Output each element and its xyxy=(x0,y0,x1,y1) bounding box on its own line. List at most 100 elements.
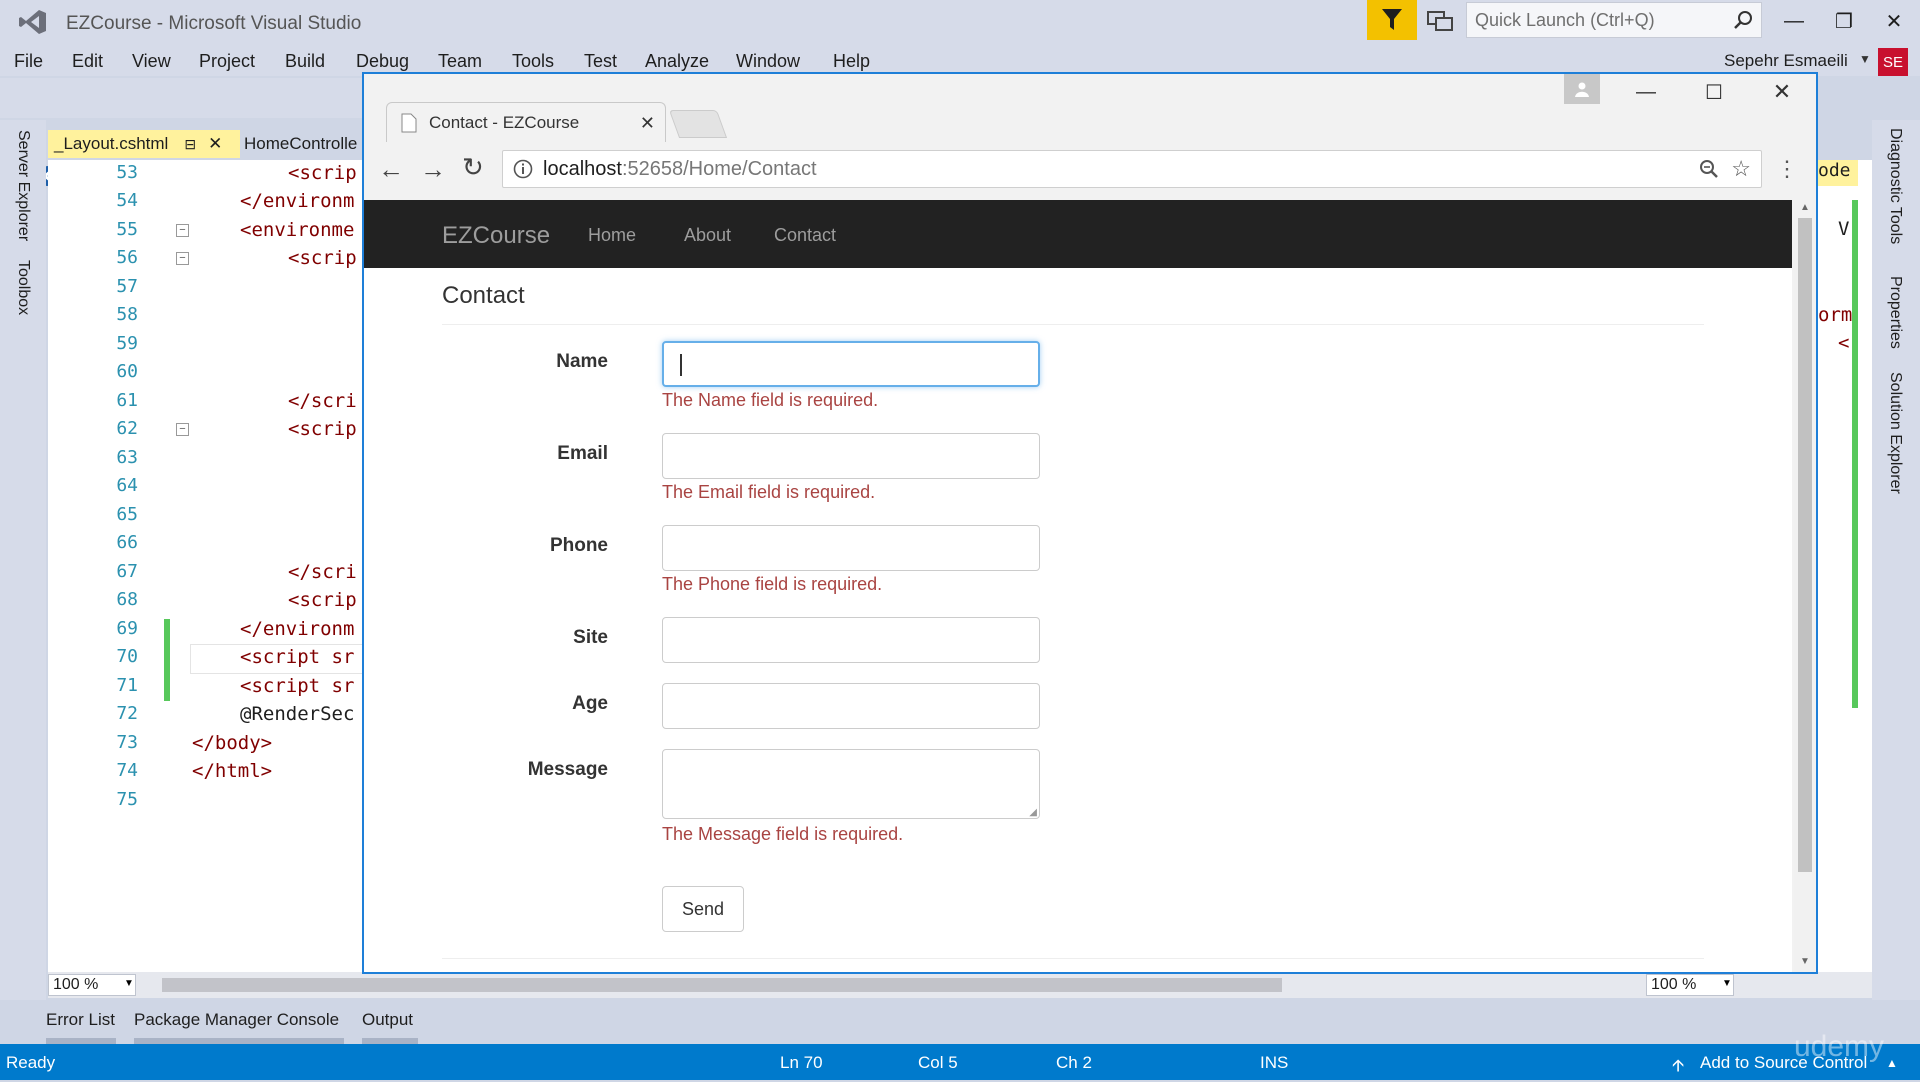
send-button[interactable]: Send xyxy=(662,886,744,932)
menu-file[interactable]: File xyxy=(14,51,43,72)
tab-homecontroller[interactable]: HomeControlle xyxy=(240,130,365,158)
menu-edit[interactable]: Edit xyxy=(72,51,103,72)
tab-layout-cshtml[interactable]: _Layout.cshtml ⊟ ✕ xyxy=(48,130,240,158)
line-number: 75 xyxy=(116,789,138,810)
reload-icon[interactable]: ↻ xyxy=(462,152,484,183)
chrome-browser-window: — ☐ ✕ Contact - EZCourse ✕ ← → ↻ localho… xyxy=(362,72,1818,974)
menu-project[interactable]: Project xyxy=(199,51,255,72)
code-line-72: @RenderSec xyxy=(240,703,355,725)
feedback-icon[interactable] xyxy=(1426,8,1454,34)
resize-grip-icon[interactable]: ◢ xyxy=(1029,807,1037,818)
editor-horizontal-bar: 100 % ▼ 100 % ▼ xyxy=(48,972,1872,998)
menu-analyze[interactable]: Analyze xyxy=(645,51,709,72)
menu-team[interactable]: Team xyxy=(438,51,482,72)
output-tab[interactable]: Output xyxy=(362,1010,413,1030)
site-label: Site xyxy=(573,627,608,648)
line-number: 73 xyxy=(116,732,138,753)
notifications-filter-icon[interactable] xyxy=(1367,0,1417,40)
page-vertical-scrollbar[interactable]: ▲ ▼ xyxy=(1794,200,1816,972)
line-number: 53 xyxy=(116,162,138,183)
zoom-icon[interactable] xyxy=(1699,159,1719,179)
url-host: localhost xyxy=(543,157,622,180)
message-textarea[interactable]: ◢ xyxy=(662,749,1040,819)
code-line-69: </environm xyxy=(240,618,355,640)
collapse-toggle-icon[interactable]: − xyxy=(176,224,189,237)
upload-arrow-icon[interactable]: 🡩 xyxy=(1672,1053,1684,1082)
account-name[interactable]: Sepehr Esmaeili xyxy=(1724,51,1848,71)
forward-arrow-icon[interactable]: → xyxy=(420,154,446,185)
close-tab-icon[interactable]: ✕ xyxy=(640,113,655,134)
site-input[interactable] xyxy=(662,617,1040,663)
menu-view[interactable]: View xyxy=(132,51,171,72)
quick-launch-input[interactable]: Quick Launch (Ctrl+Q) xyxy=(1466,2,1762,38)
collapse-toggle-icon[interactable]: − xyxy=(176,252,189,265)
pin-icon[interactable]: ⊟ xyxy=(184,136,196,153)
diagnostic-tools-tab[interactable]: Diagnostic Tools xyxy=(1886,128,1904,244)
dropdown-arrow-icon[interactable]: ▼ xyxy=(124,978,134,989)
menu-debug[interactable]: Debug xyxy=(356,51,409,72)
menu-build[interactable]: Build xyxy=(285,51,325,72)
collapse-toggle-icon[interactable]: − xyxy=(176,423,189,436)
account-avatar[interactable]: SE xyxy=(1878,48,1908,76)
browser-tab[interactable]: Contact - EZCourse ✕ xyxy=(386,102,666,143)
menu-window[interactable]: Window xyxy=(736,51,800,72)
chrome-menu-icon[interactable]: ⋮ xyxy=(1776,156,1798,182)
menu-tools[interactable]: Tools xyxy=(512,51,554,72)
browser-minimize-button[interactable]: — xyxy=(1626,76,1666,108)
url-path: :52658/Home/Contact xyxy=(621,157,817,180)
quick-launch-placeholder: Quick Launch (Ctrl+Q) xyxy=(1475,9,1655,30)
info-icon[interactable] xyxy=(513,159,533,179)
visual-studio-logo-icon xyxy=(19,10,46,34)
server-explorer-tab[interactable]: Server Explorer xyxy=(14,130,32,241)
partial-tab: ode xyxy=(1818,160,1858,186)
scroll-down-icon[interactable]: ▼ xyxy=(1800,956,1810,967)
close-icon[interactable]: ✕ xyxy=(208,134,222,154)
menu-help[interactable]: Help xyxy=(833,51,870,72)
vs-restore-button[interactable]: ❐ xyxy=(1824,5,1864,37)
code-line-53: <scrip xyxy=(288,162,357,184)
address-bar[interactable]: localhost:52658/Home/Contact ☆ xyxy=(502,150,1762,188)
status-column: Col 5 xyxy=(918,1053,958,1072)
age-input[interactable] xyxy=(662,683,1040,729)
zoom-level-select-right[interactable]: 100 % xyxy=(1646,974,1734,996)
nav-contact[interactable]: Contact xyxy=(774,225,836,246)
browser-close-button[interactable]: ✕ xyxy=(1762,76,1802,108)
code-line-56: <scrip xyxy=(288,247,357,269)
package-manager-console-tab[interactable]: Package Manager Console xyxy=(134,1010,339,1030)
search-icon xyxy=(1734,11,1752,29)
properties-tab[interactable]: Properties xyxy=(1886,276,1904,349)
dropdown-arrow-icon[interactable]: ▼ xyxy=(1722,978,1732,989)
divider xyxy=(442,324,1704,325)
browser-maximize-button[interactable]: ☐ xyxy=(1694,76,1734,108)
account-dropdown-icon[interactable]: ▼ xyxy=(1859,52,1871,66)
nav-home[interactable]: Home xyxy=(588,225,636,246)
vertical-scrollbar-thumb[interactable] xyxy=(1798,218,1812,872)
name-input[interactable] xyxy=(662,341,1040,387)
age-label: Age xyxy=(572,693,608,714)
zoom-level-select[interactable]: 100 % xyxy=(48,974,136,996)
phone-input[interactable] xyxy=(662,525,1040,571)
horizontal-scrollbar-thumb[interactable] xyxy=(162,978,1282,992)
email-input[interactable] xyxy=(662,433,1040,479)
source-control-up-icon[interactable]: ▲ xyxy=(1886,1056,1898,1070)
menu-test[interactable]: Test xyxy=(584,51,617,72)
nav-about[interactable]: About xyxy=(684,225,731,246)
line-number: 71 xyxy=(116,675,138,696)
profile-icon[interactable] xyxy=(1564,74,1600,104)
toolbox-tab[interactable]: Toolbox xyxy=(14,260,32,315)
vs-close-button[interactable]: ✕ xyxy=(1874,5,1914,37)
bookmark-star-icon[interactable]: ☆ xyxy=(1731,156,1751,182)
line-number: 59 xyxy=(116,333,138,354)
vs-minimize-button[interactable]: — xyxy=(1774,5,1814,37)
site-brand[interactable]: EZCourse xyxy=(442,222,550,250)
scroll-up-icon[interactable]: ▲ xyxy=(1800,202,1810,213)
new-tab-button[interactable] xyxy=(668,110,728,138)
message-label: Message xyxy=(527,759,608,780)
error-list-tab[interactable]: Error List xyxy=(46,1010,115,1030)
back-arrow-icon[interactable]: ← xyxy=(378,154,404,185)
code-line-61: </scri xyxy=(288,390,357,412)
solution-explorer-tab[interactable]: Solution Explorer xyxy=(1886,372,1904,494)
phone-error: The Phone field is required. xyxy=(662,574,883,594)
email-label: Email xyxy=(557,443,608,464)
standard-toolbar xyxy=(0,78,380,186)
